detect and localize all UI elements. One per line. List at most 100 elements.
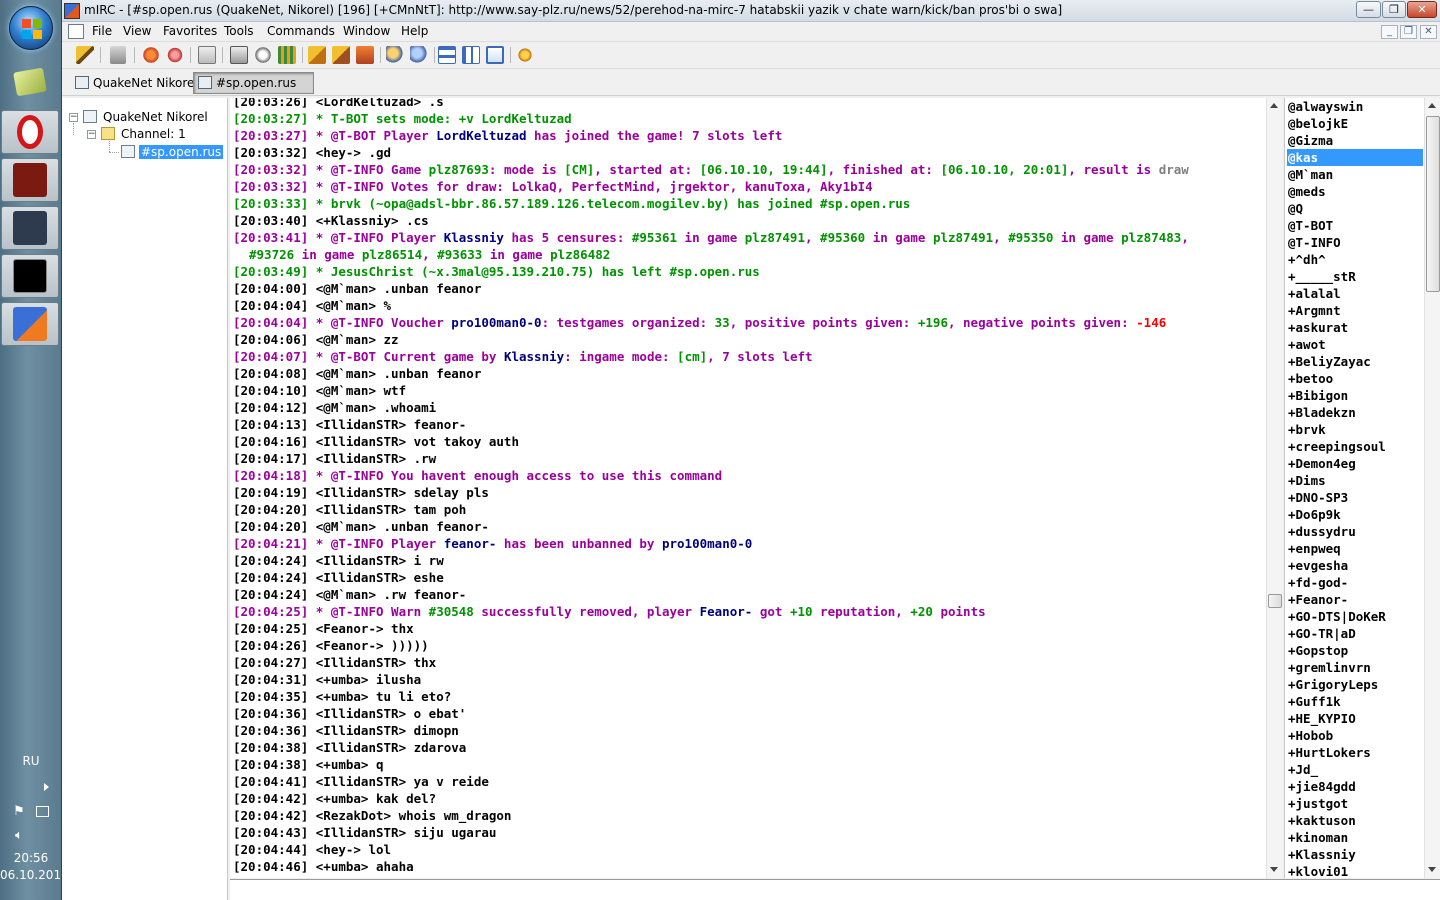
tree-channel-node[interactable]: #sp.open.rus <box>139 144 224 160</box>
scroll-up-icon[interactable] <box>1428 103 1436 108</box>
menu-file[interactable]: File <box>92 24 112 38</box>
console-app-button[interactable] <box>1 254 59 298</box>
nick-item[interactable]: +kaktuson <box>1287 812 1423 829</box>
tile-windows-icon[interactable] <box>462 46 480 64</box>
nick-item[interactable]: @T-INFO <box>1287 234 1423 251</box>
explorer-app-button[interactable] <box>1 60 59 104</box>
received-files-icon[interactable] <box>386 46 404 64</box>
menu-window[interactable]: Window <box>343 24 390 38</box>
nick-item[interactable]: @meds <box>1287 183 1423 200</box>
nick-item[interactable]: +jie84gdd <box>1287 778 1423 795</box>
nick-item[interactable]: +evgesha <box>1287 557 1423 574</box>
nick-item[interactable]: +HE_KYPIO <box>1287 710 1423 727</box>
nick-item[interactable]: +HurtLokers <box>1287 744 1423 761</box>
opera-app-button[interactable] <box>1 110 59 154</box>
cascade-windows-icon[interactable] <box>486 46 504 64</box>
show-hidden-icons-icon[interactable] <box>44 783 49 791</box>
url-catcher-icon[interactable] <box>254 46 272 64</box>
nick-item[interactable]: +Jd_ <box>1287 761 1423 778</box>
menu-view[interactable]: View <box>123 24 151 38</box>
child-restore-button[interactable]: ❐ <box>1400 25 1417 39</box>
tree-channel-folder[interactable]: Channel: 1 <box>121 126 186 142</box>
nick-item[interactable]: +gremlinvrn <box>1287 659 1423 676</box>
child-close-button[interactable]: ✕ <box>1420 25 1437 39</box>
nick-item[interactable]: +Feanor- <box>1287 591 1423 608</box>
nick-item[interactable]: +askurat <box>1287 319 1423 336</box>
dcc-icon[interactable] <box>356 46 374 64</box>
start-button[interactable] <box>9 6 53 50</box>
child-window-icon[interactable] <box>68 24 84 39</box>
nick-item[interactable]: +creepingsoul <box>1287 438 1423 455</box>
clock-date[interactable]: 06.10.2010 <box>0 868 69 882</box>
nick-item[interactable]: +^dh^ <box>1287 251 1423 268</box>
nick-item[interactable]: +GO-DTS|DoKeR <box>1287 608 1423 625</box>
message-input[interactable] <box>230 879 1440 900</box>
nick-item[interactable]: @kas <box>1287 149 1423 166</box>
mirc-app-icon[interactable] <box>64 3 80 19</box>
game-app-1-button[interactable] <box>1 158 59 202</box>
scroll-up-icon[interactable] <box>1270 103 1278 108</box>
nick-item[interactable]: @alwayswin <box>1287 98 1423 115</box>
menu-tools[interactable]: Tools <box>224 24 254 38</box>
colors-icon[interactable] <box>278 46 296 64</box>
nick-item[interactable]: +justgot <box>1287 795 1423 812</box>
connect-icon[interactable] <box>76 46 94 64</box>
channels-list-icon[interactable] <box>166 46 184 64</box>
nick-item[interactable]: +GrigoryLeps <box>1287 676 1423 693</box>
action-center-flag-icon[interactable]: ⚑ <box>12 805 26 819</box>
nick-item[interactable]: @belojkE <box>1287 115 1423 132</box>
options-icon[interactable] <box>110 46 126 64</box>
send-file-icon[interactable] <box>308 46 326 64</box>
nick-item[interactable]: +betoo <box>1287 370 1423 387</box>
chat-scroll-thumb[interactable] <box>1268 594 1282 608</box>
tree-server-node[interactable]: QuakeNet Nikorel <box>103 109 208 125</box>
child-minimize-button[interactable]: _ <box>1381 25 1398 39</box>
close-button[interactable]: ✕ <box>1407 1 1437 18</box>
restore-button[interactable]: ❐ <box>1382 1 1406 18</box>
nicklist-scrollbar[interactable] <box>1424 98 1440 878</box>
minimize-button[interactable]: — <box>1356 1 1381 18</box>
nick-item[interactable]: +dussydru <box>1287 523 1423 540</box>
nick-item[interactable]: @Gizma <box>1287 132 1423 149</box>
nicklist-scroll-thumb[interactable] <box>1426 116 1440 292</box>
nick-item[interactable]: +alalal <box>1287 285 1423 302</box>
favorites-icon[interactable] <box>142 46 160 64</box>
nick-item[interactable]: +Do6p9k <box>1287 506 1423 523</box>
nick-item[interactable]: +Guff1k <box>1287 693 1423 710</box>
nick-item[interactable]: +BeliyZayac <box>1287 353 1423 370</box>
nick-item[interactable]: +awot <box>1287 336 1423 353</box>
menu-help[interactable]: Help <box>401 24 428 38</box>
nick-list[interactable]: @alwayswin @belojkE @Gizma @kas @M`man @meds @… <box>1284 98 1424 878</box>
nick-item[interactable]: +Bibigon <box>1287 387 1423 404</box>
nick-item[interactable]: +GO-TR|aD <box>1287 625 1423 642</box>
nick-item[interactable]: @Q <box>1287 200 1423 217</box>
chat-window[interactable]: [20:03:26] <LordKeltuzad> .s [20:03:27] *… <box>230 98 1266 878</box>
menu-commands[interactable]: Commands <box>267 24 335 38</box>
network-icon[interactable] <box>36 806 49 817</box>
nick-item[interactable]: +Argmnt <box>1287 302 1423 319</box>
volume-icon[interactable]: 🔈︎ <box>12 829 26 843</box>
nick-item[interactable]: +enpweq <box>1287 540 1423 557</box>
clock-time[interactable]: 20:56 <box>0 851 62 865</box>
logs-icon[interactable] <box>410 46 428 64</box>
scroll-down-icon[interactable] <box>1270 867 1278 872</box>
collapse-channels-icon[interactable]: − <box>87 130 96 139</box>
tab-server-quakenet[interactable]: QuakeNet Nikorel <box>70 72 198 94</box>
nick-item[interactable]: +fd-god- <box>1287 574 1423 591</box>
nick-item[interactable]: +Dims <box>1287 472 1423 489</box>
nick-item[interactable]: +Klassniy <box>1287 846 1423 863</box>
nick-item[interactable]: +brvk <box>1287 421 1423 438</box>
nick-item[interactable]: @M`man <box>1287 166 1423 183</box>
nick-item[interactable]: +Gopstop <box>1287 642 1423 659</box>
nick-item[interactable]: +Demon4eg <box>1287 455 1423 472</box>
language-indicator[interactable]: RU <box>0 754 62 768</box>
nick-item[interactable]: +kinoman <box>1287 829 1423 846</box>
chat-scrollbar[interactable] <box>1266 98 1282 878</box>
menu-favorites[interactable]: Favorites <box>163 24 217 38</box>
collapse-server-icon[interactable]: − <box>69 113 78 122</box>
tab-channel-sp-open-rus[interactable]: #sp.open.rus <box>193 72 314 94</box>
nick-item[interactable]: +Bladekzn <box>1287 404 1423 421</box>
chat-icon[interactable] <box>332 46 350 64</box>
about-icon[interactable] <box>516 46 534 64</box>
nick-item[interactable]: +DNO-SP3 <box>1287 489 1423 506</box>
